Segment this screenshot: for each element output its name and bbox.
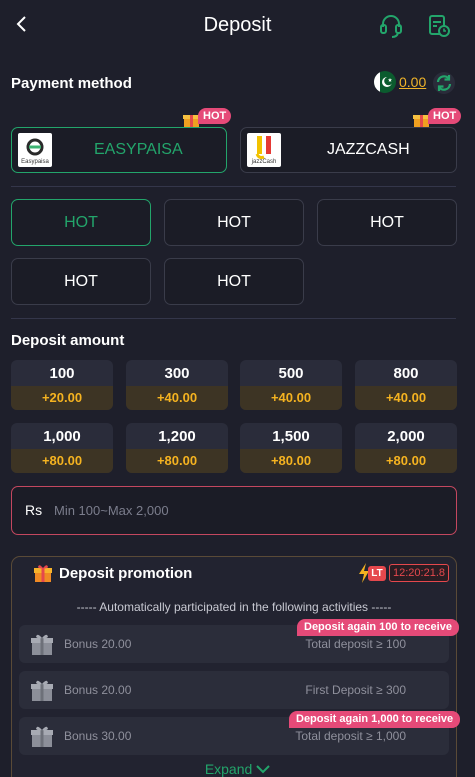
amount-bonus: +80.00 <box>355 449 457 473</box>
amount-option[interactable]: 100 +20.00 <box>11 360 113 410</box>
amount-bonus: +40.00 <box>240 386 342 410</box>
amount-bonus: +80.00 <box>126 449 228 473</box>
easypaisa-logo: Easypaisa <box>18 133 52 167</box>
channel-option[interactable]: HOT <box>317 199 457 246</box>
amount-option[interactable]: 2,000 +80.00 <box>355 423 457 473</box>
easypaisa-logo-text: Easypaisa <box>21 159 49 165</box>
activity-bonus: Bonus 20.00 <box>64 637 132 651</box>
divider <box>11 186 456 187</box>
channel-option[interactable]: HOT <box>11 199 151 246</box>
amount-option[interactable]: 1,000 +80.00 <box>11 423 113 473</box>
amount-value: 1,000 <box>43 428 81 445</box>
payment-method-label: EASYPAISA <box>94 141 183 158</box>
channel-option[interactable]: HOT <box>11 258 151 305</box>
jazzcash-logo: jazzCash <box>247 133 281 167</box>
currency-symbol: Rs <box>25 502 43 518</box>
expand-label: Expand <box>204 761 253 777</box>
chevron-down-icon <box>256 761 270 777</box>
activity-condition: First Deposit ≥ 300 <box>305 683 406 697</box>
amount-bonus: +20.00 <box>11 386 113 410</box>
jazzcash-logo-text: jazzCash <box>251 159 277 165</box>
refresh-icon[interactable] <box>432 71 456 95</box>
payment-method-jazzcash[interactable]: HOT jazzCash JAZZCASH <box>240 108 462 173</box>
expand-button[interactable]: Expand <box>0 761 475 777</box>
payment-method-label: JAZZCASH <box>327 141 410 158</box>
amount-bonus: +80.00 <box>240 449 342 473</box>
activity-condition: Total deposit ≥ 1,000 <box>295 729 406 743</box>
wallet-balance[interactable]: 0.00 <box>399 74 426 90</box>
amount-option[interactable]: 500 +40.00 <box>240 360 342 410</box>
amount-value: 1,200 <box>158 428 196 445</box>
activity-item: Bonus 30.00 Total deposit ≥ 1,000 Deposi… <box>19 711 461 755</box>
amount-input-placeholder: Min 100~Max 2,000 <box>54 503 169 518</box>
amount-value: 800 <box>393 365 419 382</box>
promotion-subtitle: ----- Automatically participated in the … <box>76 600 392 614</box>
hot-badge: HOT <box>198 108 232 124</box>
payment-method-easypaisa[interactable]: HOT Easypaisa EASYPAISA <box>11 108 232 173</box>
amount-value: 2,000 <box>387 428 425 445</box>
amount-bonus: +40.00 <box>355 386 457 410</box>
hot-badge: HOT <box>428 108 462 124</box>
deposit-promotion-title: Deposit promotion <box>59 565 193 582</box>
page-title: Deposit <box>203 14 272 36</box>
promotion-timer: 12:20:21.8 <box>389 564 449 582</box>
record-history-icon[interactable] <box>427 13 451 39</box>
activity-tip: Deposit again 1,000 to receive <box>289 711 461 728</box>
gift-box-icon <box>29 678 55 702</box>
gift-box-icon <box>29 632 55 656</box>
payment-method-title: Payment method <box>11 75 132 92</box>
amount-option[interactable]: 800 +40.00 <box>355 360 457 410</box>
headset-icon[interactable] <box>379 13 403 39</box>
deposit-amount-title: Deposit amount <box>11 332 125 349</box>
amount-value: 100 <box>49 365 75 382</box>
activity-item: Bonus 20.00 First Deposit ≥ 300 <box>19 671 449 709</box>
amount-value: 500 <box>278 365 304 382</box>
amount-bonus: +40.00 <box>126 386 228 410</box>
amount-option[interactable]: 300 +40.00 <box>126 360 228 410</box>
activity-tip: Deposit again 100 to receive <box>297 619 459 636</box>
amount-value: 300 <box>164 365 190 382</box>
amount-value: 1,500 <box>272 428 310 445</box>
gift-box-icon <box>29 724 55 748</box>
activity-item: Bonus 20.00 Total deposit ≥ 100 Deposit … <box>19 619 459 663</box>
amount-option[interactable]: 1,500 +80.00 <box>240 423 342 473</box>
activity-bonus: Bonus 20.00 <box>64 683 132 697</box>
amount-option[interactable]: 1,200 +80.00 <box>126 423 228 473</box>
divider <box>11 318 456 319</box>
activity-bonus: Bonus 30.00 <box>64 729 132 743</box>
pakistan-flag-icon <box>374 71 396 93</box>
activity-condition: Total deposit ≥ 100 <box>305 637 406 651</box>
channel-option[interactable]: HOT <box>164 258 304 305</box>
lt-badge: LT <box>368 566 386 581</box>
amount-bonus: +80.00 <box>11 449 113 473</box>
channel-option[interactable]: HOT <box>164 199 304 246</box>
gift-icon <box>33 563 53 583</box>
